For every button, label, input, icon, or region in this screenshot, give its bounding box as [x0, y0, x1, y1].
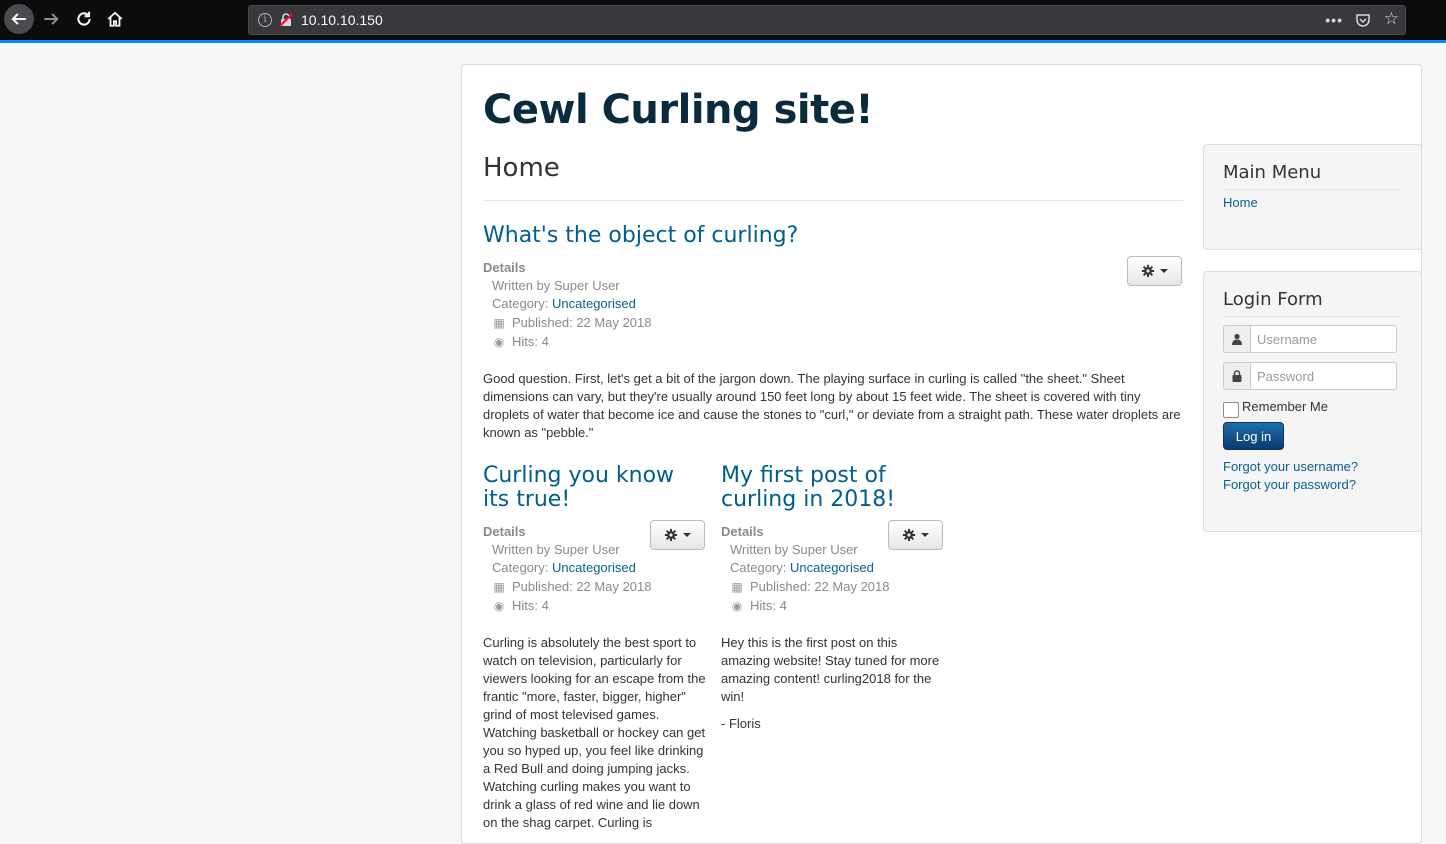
username-group — [1223, 325, 1397, 353]
bookmark-star-icon[interactable]: ☆ — [1384, 9, 1399, 29]
article-body: Hey this is the first post on this amazi… — [721, 635, 940, 704]
category-link[interactable]: Uncategorised — [790, 560, 874, 575]
article-body: Curling is absolutely the best sport to … — [483, 635, 706, 830]
article-category: Category: Uncategorised — [730, 560, 874, 575]
remember-me-checkbox[interactable] — [1223, 402, 1239, 418]
toolbar-accent-line — [0, 40, 1446, 43]
category-label: Category: — [492, 560, 549, 575]
password-group — [1223, 362, 1397, 390]
eye-icon: ◉ — [493, 335, 505, 349]
details-label: Details — [721, 524, 764, 539]
gear-icon — [902, 528, 916, 542]
caret-down-icon — [1160, 269, 1168, 273]
page-container: Cewl Curling site! Home What's the objec… — [461, 64, 1422, 844]
gear-icon — [1141, 264, 1155, 278]
category-link[interactable]: Uncategorised — [552, 296, 636, 311]
details-label: Details — [483, 260, 526, 275]
user-icon — [1223, 325, 1251, 353]
article-published: ▦ Published: 22 May 2018 — [730, 579, 889, 594]
published-date: Published: 22 May 2018 — [512, 315, 652, 330]
article-options-button[interactable] — [1127, 256, 1182, 286]
insecure-lock-icon[interactable] — [278, 12, 294, 28]
article-author: Written by Super User — [492, 542, 620, 557]
article-hits: ◉ Hits: 4 — [730, 598, 787, 613]
eye-icon: ◉ — [493, 599, 505, 613]
module-divider — [1223, 316, 1401, 317]
hits-count: Hits: 4 — [750, 598, 787, 613]
article-category: Category: Uncategorised — [492, 560, 636, 575]
forgot-password-link[interactable]: Forgot your password? — [1223, 477, 1356, 492]
article-published: ▦ Published: 22 May 2018 — [492, 579, 651, 594]
main-menu-heading: Main Menu — [1223, 162, 1322, 183]
calendar-icon: ▦ — [731, 580, 743, 594]
arrow-right-icon — [44, 13, 59, 25]
article-category: Category: Uncategorised — [492, 296, 636, 311]
article-title[interactable]: My first post of curling in 2018! — [721, 464, 936, 512]
details-label: Details — [483, 524, 526, 539]
info-icon[interactable]: i — [258, 13, 272, 27]
category-link[interactable]: Uncategorised — [552, 560, 636, 575]
login-form-module: Login Form Remember Me Log in Forgot you… — [1203, 271, 1422, 532]
article-body: Good question. First, let's get a bit of… — [483, 371, 1181, 440]
article-title[interactable]: What's the object of curling? — [483, 224, 1133, 248]
article-options-button[interactable] — [650, 520, 705, 550]
url-bar[interactable]: i 10.10.10.150 ••• ☆ — [248, 5, 1406, 35]
main-menu-module: Main Menu Home — [1203, 144, 1422, 250]
lock-icon — [1223, 362, 1251, 390]
calendar-icon: ▦ — [493, 316, 505, 330]
hits-count: Hits: 4 — [512, 334, 549, 349]
article-signature: - Floris — [721, 716, 761, 731]
login-button[interactable]: Log in — [1223, 422, 1284, 450]
hits-count: Hits: 4 — [512, 598, 549, 613]
browser-toolbar: i 10.10.10.150 ••• ☆ — [0, 0, 1446, 42]
gear-icon — [664, 528, 678, 542]
category-label: Category: — [730, 560, 787, 575]
forward-button[interactable] — [37, 5, 65, 33]
eye-icon: ◉ — [731, 599, 743, 613]
published-date: Published: 22 May 2018 — [750, 579, 890, 594]
reload-button[interactable] — [70, 5, 98, 33]
article-options-button[interactable] — [888, 520, 943, 550]
article-author: Written by Super User — [492, 278, 620, 293]
article-published: ▦ Published: 22 May 2018 — [492, 315, 651, 330]
article-hits: ◉ Hits: 4 — [492, 598, 549, 613]
forgot-username-link[interactable]: Forgot your username? — [1223, 459, 1358, 474]
page-divider — [483, 200, 1183, 201]
menu-item-home[interactable]: Home — [1223, 195, 1258, 210]
login-form-heading: Login Form — [1223, 289, 1323, 310]
back-button[interactable] — [4, 4, 34, 34]
article-hits: ◉ Hits: 4 — [492, 334, 549, 349]
url-text[interactable]: 10.10.10.150 — [301, 12, 383, 28]
published-date: Published: 22 May 2018 — [512, 579, 652, 594]
password-input[interactable] — [1250, 362, 1397, 390]
username-input[interactable] — [1250, 325, 1397, 353]
home-icon — [107, 11, 123, 27]
article-title[interactable]: Curling you know its true! — [483, 464, 698, 512]
category-label: Category: — [492, 296, 549, 311]
pocket-icon[interactable] — [1355, 12, 1371, 28]
arrow-left-icon — [11, 13, 26, 25]
page-actions-icon[interactable]: ••• — [1325, 12, 1343, 28]
module-divider — [1223, 189, 1401, 190]
home-button[interactable] — [101, 5, 129, 33]
calendar-icon: ▦ — [493, 580, 505, 594]
caret-down-icon — [921, 533, 929, 537]
remember-me-label[interactable]: Remember Me — [1242, 399, 1328, 414]
page-heading: Home — [483, 153, 560, 183]
article-author: Written by Super User — [730, 542, 858, 557]
caret-down-icon — [683, 533, 691, 537]
site-title[interactable]: Cewl Curling site! — [483, 87, 874, 133]
reload-icon — [77, 11, 91, 26]
